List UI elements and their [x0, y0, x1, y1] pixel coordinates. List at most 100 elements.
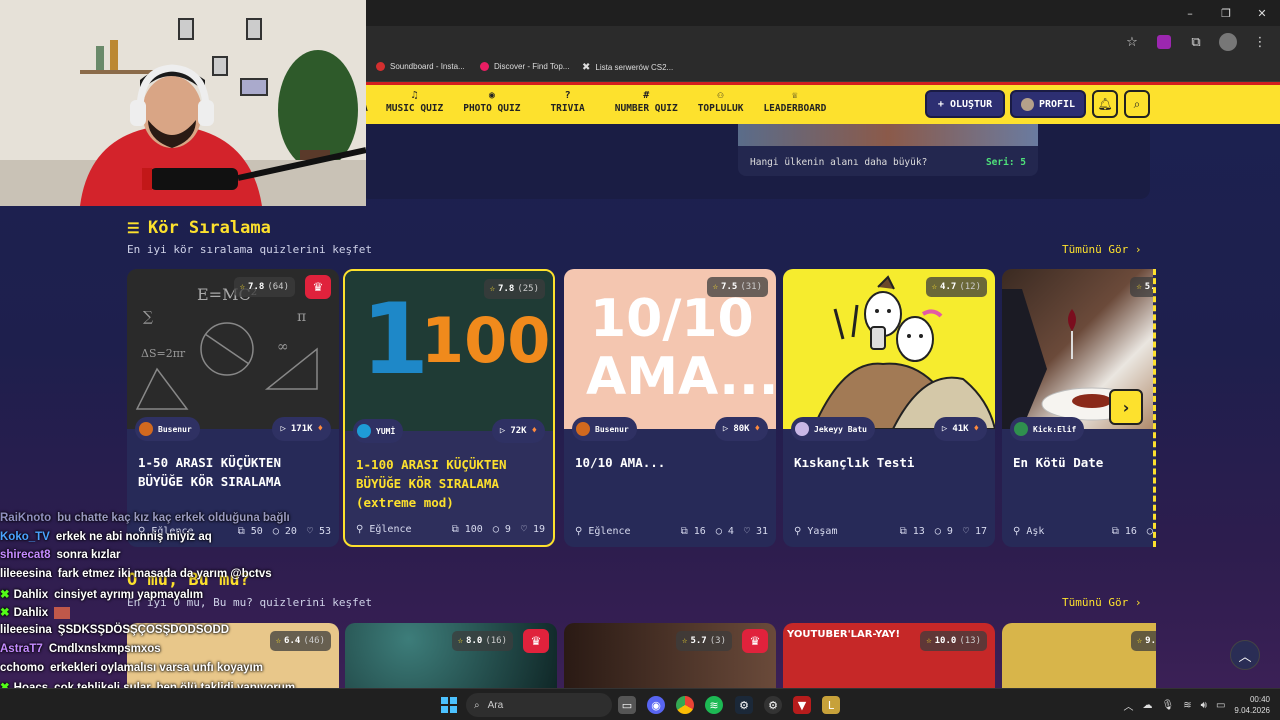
star-icon: ☆ — [712, 282, 719, 292]
carousel-next-button[interactable]: › — [1109, 389, 1143, 425]
see-all-link[interactable]: Tümünü Gör › — [1062, 243, 1141, 256]
comments-count: ◯ 4 — [715, 526, 734, 537]
star-icon: ☆ — [457, 636, 464, 646]
search-icon[interactable]: ⌕ — [1124, 90, 1150, 118]
scroll-to-top-button[interactable]: ︿ — [1230, 640, 1260, 670]
items-icon: ⧉ — [451, 524, 465, 535]
app-icon[interactable]: ⚙ — [764, 696, 782, 714]
quiz-card[interactable]: 1 100 ☆ 7.8 (25) YUMİ ▷ 72K ♦ 1-100 ARASI KÜ… — [343, 269, 555, 547]
quiz-card[interactable]: 10/10 AMA... ☆ 7.5 (31) Busenur ▷ 80K ♦ 10/1… — [564, 269, 776, 547]
nav-item-topluluk[interactable]: ⚇ TOPLULUK — [688, 89, 754, 114]
star-icon: ☆ — [1136, 282, 1142, 292]
category: ⚲ Eğlence — [356, 524, 412, 535]
comment-icon: ◯ — [1146, 526, 1153, 537]
trophy-icon: ♕ — [791, 90, 798, 101]
minimize-button[interactable]: – — [1172, 0, 1208, 26]
thumb-text: ∞ — [277, 339, 289, 355]
nav-item-photo-quiz[interactable]: ◉ PHOTO QUIZ — [453, 89, 530, 114]
chrome-icon[interactable] — [676, 696, 694, 714]
author-chip[interactable]: Jekeyy Batu — [791, 417, 875, 441]
thumb-text: AMA... — [586, 347, 776, 407]
items-icon: ⧉ — [680, 526, 694, 537]
nav-item-music-quiz[interactable]: ♫ MUSIC QUIZ — [376, 89, 453, 114]
extensions-puzzle-icon[interactable]: ⧉ — [1186, 32, 1206, 52]
author-chip[interactable]: YUMİ — [353, 419, 404, 443]
battery-icon[interactable]: ▭ — [1216, 700, 1225, 711]
bookmark-star-icon[interactable]: ☆ — [1122, 32, 1142, 52]
quiz-title: Kıskançlık Testi — [794, 455, 915, 470]
bookmark-favicon-icon — [480, 62, 489, 71]
items-icon: ⧉ — [899, 526, 913, 537]
author-chip[interactable]: Kick:Elif — [1010, 417, 1085, 441]
heart-icon: ♡ — [962, 526, 975, 537]
comments-count: ◯ 2 — [1146, 526, 1153, 537]
volume-icon[interactable]: 🔊︎ — [1201, 700, 1207, 711]
quiz-title: 1-50 ARASI KÜÇÜKTEN BÜYÜĞE KÖR SIRALAMA — [138, 455, 281, 489]
bookmark-discover[interactable]: Discover - Find Top... — [480, 62, 569, 71]
rating-badge: ☆5.7 — [1130, 277, 1153, 297]
quiz-meta: ⚲ Eğlence ⧉ 16 ◯ 4 ♡ 31 — [575, 526, 768, 537]
play-icon: ▷ — [941, 424, 948, 434]
bookmark-lista[interactable]: ✖ Lista serwerów CS2... — [582, 62, 673, 73]
quiz-title: 1-100 ARASI KÜÇÜKTEN BÜYÜĞE KÖR SIRALAMA… — [356, 457, 507, 510]
fire-icon: ♦ — [531, 426, 537, 436]
steam-icon[interactable]: ⚙ — [735, 696, 753, 714]
browser-menu-icon[interactable]: ⋮ — [1250, 32, 1270, 52]
quiz-card[interactable]: ☆ 5.7 (3) ♛ — [564, 623, 776, 688]
cloud-icon[interactable]: ☁ — [1143, 700, 1153, 711]
thumb-text: ∑ — [143, 309, 153, 325]
star-icon: ☆ — [239, 282, 246, 292]
discord-icon[interactable]: ◉ — [647, 696, 665, 714]
profile-button[interactable]: PROFIL — [1010, 90, 1086, 118]
chat-message: ✖ Dahlix cinsiyet ayrımı yapmayalım — [0, 588, 204, 601]
nav-item-leaderboard[interactable]: ♕ LEADERBOARD — [753, 89, 836, 114]
task-view-icon[interactable]: ▭ — [618, 696, 636, 714]
author-avatar — [357, 424, 371, 438]
heart-icon: ♡ — [743, 526, 756, 537]
emote-icon — [54, 607, 71, 620]
windows-start-icon[interactable] — [440, 696, 458, 714]
main-nav: ⊕A ♫MUSIC QUIZ ◉PHOTO QUIZ ?TRIVIA #NUMB… — [360, 89, 836, 114]
chat-message: RaiKnoto bu chatte kaç kız kaç erkek oldu… — [0, 512, 290, 524]
microphone-icon[interactable]: 🎙︎ — [1162, 700, 1175, 711]
chevron-up-icon[interactable]: ︿ — [1124, 698, 1134, 713]
quiz-card[interactable]: YOUTUBER'LAR-YAY! ☆ 10.0 (13) — [783, 623, 995, 688]
camera-icon: ◉ — [488, 90, 495, 101]
music-note-icon: ♫ — [411, 90, 418, 101]
profile-avatar-icon[interactable] — [1218, 32, 1238, 52]
quiz-card[interactable]: ☆ 8.0 (16) ♛ — [345, 623, 557, 688]
author-chip[interactable]: Busenur — [135, 417, 200, 441]
clock[interactable]: 00:40 9.04.2026 — [1234, 694, 1270, 716]
valorant-icon[interactable]: ▼ — [793, 696, 811, 714]
quiz-card[interactable]: E=MC² ∑ π ∞ ΔS=2πr ☆ 7.8 (64) ♛ Busenur ▷ 1… — [127, 269, 339, 547]
system-tray: ︿ ☁ 🎙︎ ≋ 🔊︎ ▭ 00:40 9.04.2026 — [1124, 689, 1280, 720]
league-icon[interactable]: L — [822, 696, 840, 714]
community-icon: ⚇ — [717, 90, 724, 101]
wifi-icon[interactable]: ≋ — [1183, 700, 1191, 711]
items-count: ⧉ 16 — [1111, 526, 1137, 537]
spotify-icon[interactable]: ≋ — [705, 696, 723, 714]
category-icon: ⚲ — [356, 524, 370, 535]
extension-icon[interactable] — [1154, 32, 1174, 52]
rating-badge: ☆ 7.8 (25) — [483, 279, 545, 299]
plays-badge: ▷ 80K ♦ — [714, 417, 768, 441]
taskbar-search[interactable]: ⌕ Ara — [466, 693, 612, 717]
author-chip[interactable]: Busenur — [572, 417, 637, 441]
maximize-button[interactable]: ❐ — [1208, 0, 1244, 26]
author-avatar — [576, 422, 590, 436]
quiz-card[interactable]: ☆ 4.7 (12) Jekeyy Batu ▷ 41K ♦ Kıskançlık Te… — [783, 269, 995, 547]
hero-quiz-card[interactable]: Hangi ülkenin alanı daha büyük? Seri: 5 — [738, 124, 1038, 176]
bookmark-x-icon: ✖ — [582, 62, 591, 73]
notifications-bell-icon[interactable]: 🔔︎ — [1092, 90, 1118, 118]
nav-item-trivia[interactable]: ? TRIVIA — [530, 89, 604, 114]
see-all-link[interactable]: Tümünü Gör › — [1062, 596, 1141, 609]
search-icon: ⌕ — [474, 699, 480, 711]
close-window-button[interactable]: ✕ — [1244, 0, 1280, 26]
quiz-card[interactable]: ☆ 9. — [1002, 623, 1156, 688]
quiz-meta: ⚲ Yaşam ⧉ 13 ◯ 9 ♡ 17 — [794, 526, 987, 537]
create-button[interactable]: + OLUŞTUR — [925, 90, 1005, 118]
nav-item-number-quiz[interactable]: # NUMBER QUIZ — [605, 89, 688, 114]
bookmark-soundboard[interactable]: Soundboard - Insta... — [376, 62, 465, 71]
items-count: ⧉ 16 — [680, 526, 706, 537]
category: ⚲ Yaşam — [794, 526, 838, 537]
